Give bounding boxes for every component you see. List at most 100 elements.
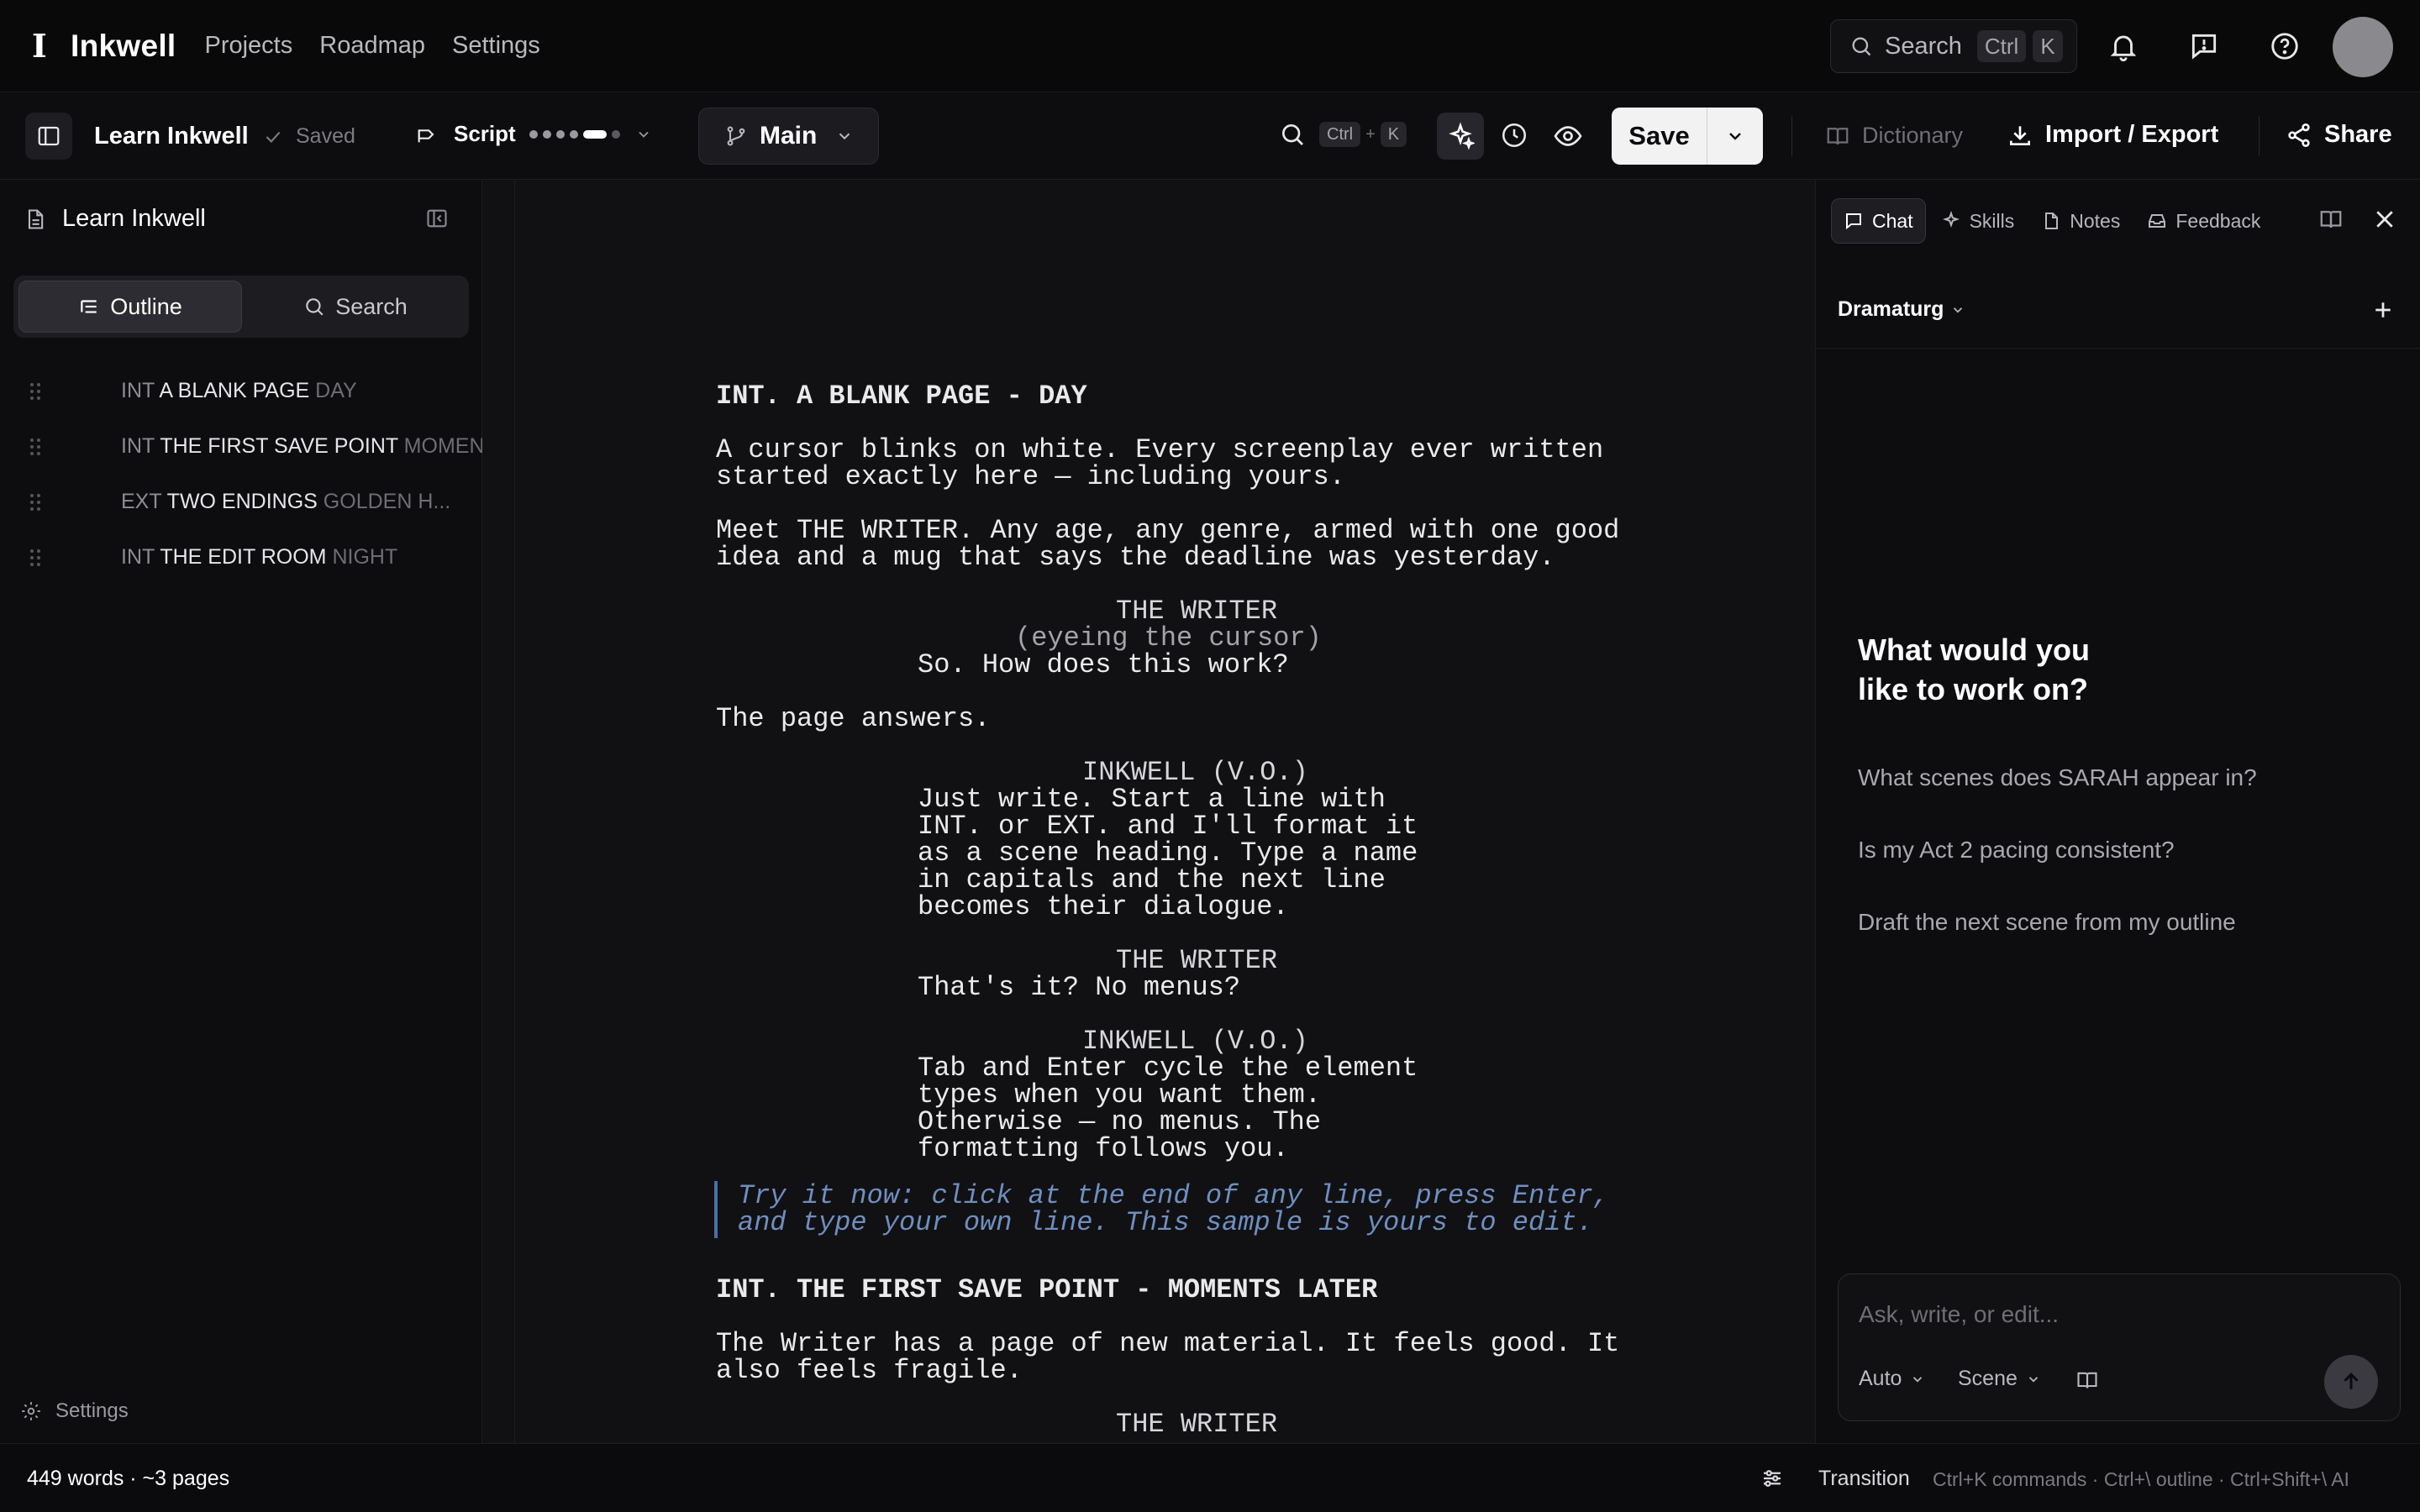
element-type[interactable]: Transition <box>1818 1467 1910 1491</box>
tab-feedback[interactable]: Feedback <box>2135 198 2272 244</box>
nav-settings[interactable]: Settings <box>452 32 540 60</box>
help-icon[interactable] <box>2269 30 2301 62</box>
script-page[interactable]: INT. A BLANK PAGE - DAY A cursor blinks … <box>482 180 1815 1443</box>
share-button[interactable]: Share <box>2286 121 2392 149</box>
outline-item[interactable]: INT THE EDIT ROOM NIGHT <box>0 529 482 585</box>
document-title[interactable]: Learn Inkwell <box>94 123 249 150</box>
share-icon <box>2286 122 2312 149</box>
main-nav: Projects Roadmap Settings <box>204 32 539 60</box>
scope-dropdown[interactable]: Scene <box>1958 1367 2041 1391</box>
tab-notes-label: Notes <box>2070 209 2121 232</box>
book-icon <box>1825 123 1850 149</box>
save-options-button[interactable] <box>1707 108 1763 165</box>
save-button[interactable]: Save <box>1612 108 1707 165</box>
script-editor[interactable]: INT. A BLANK PAGE - DAY A cursor blinks … <box>482 180 1815 1443</box>
branch-selector[interactable]: Main <box>698 108 879 165</box>
dialogue-line[interactable]: in capitals and the next line <box>918 867 1386 894</box>
dialogue-line[interactable]: becomes their dialogue. <box>918 894 1289 921</box>
agent-selector[interactable]: Dramaturg <box>1838 297 1965 322</box>
tab-chat[interactable]: Chat <box>1831 198 1926 244</box>
dialogue-line[interactable]: That's it? No menus? <box>918 974 1240 1001</box>
editor-toolbar: Learn Inkwell Saved Script Main Ctrl + K… <box>0 92 2420 180</box>
tab-search[interactable]: Search <box>245 281 466 333</box>
sparkle-icon <box>1941 211 1961 231</box>
share-label: Share <box>2324 121 2392 148</box>
close-icon[interactable] <box>2372 207 2397 232</box>
action-line[interactable]: A cursor blinks on white. Every screenpl… <box>716 437 1603 464</box>
bell-icon[interactable] <box>2107 30 2139 62</box>
sidebar-toggle-button[interactable] <box>25 113 72 160</box>
shortcut-kbd-k: K <box>1380 122 1407 147</box>
action-line[interactable]: idea and a mug that says the deadline wa… <box>716 544 1555 571</box>
nav-roadmap[interactable]: Roadmap <box>319 32 425 60</box>
assistant-panel: Chat Skills Notes Feedback Dramaturg Wha… <box>1815 180 2420 1443</box>
dialogue-line[interactable]: as a scene heading. Type a name <box>918 840 1418 867</box>
chat-composer[interactable]: Ask, write, or edit... Auto Scene <box>1838 1273 2401 1421</box>
shortcut-plus: + <box>1365 124 1376 144</box>
book-icon[interactable] <box>2075 1368 2099 1392</box>
scene-heading[interactable]: INT. THE FIRST SAVE POINT - MOMENTS LATE… <box>716 1277 1377 1304</box>
sidebar-settings[interactable]: Settings <box>20 1399 129 1423</box>
dialogue-line[interactable]: Tab and Enter cycle the element <box>918 1055 1418 1082</box>
feedback-icon[interactable] <box>2188 30 2220 62</box>
send-button[interactable] <box>2324 1355 2378 1409</box>
tab-feedback-label: Feedback <box>2175 209 2261 232</box>
plus-icon[interactable] <box>2370 297 2396 323</box>
action-line[interactable]: started exactly here — including yours. <box>716 464 1345 491</box>
character-cue[interactable]: INKWELL (V.O.) <box>1082 1028 1308 1055</box>
character-cue[interactable]: THE WRITER <box>1116 948 1277 974</box>
ai-assist-button[interactable] <box>1437 113 1484 160</box>
scene-time: MOMENTS <box>403 433 482 458</box>
dialogue-line[interactable]: INT. or EXT. and I'll format it <box>918 813 1418 840</box>
outline-item[interactable]: EXT TWO ENDINGS GOLDEN H... <box>0 474 482 529</box>
outline-item[interactable]: INT THE FIRST SAVE POINT MOMENTS <box>0 418 482 474</box>
action-line[interactable]: The Writer has a page of new material. I… <box>716 1331 1619 1357</box>
dialogue-line[interactable]: types when you want them. <box>918 1082 1321 1109</box>
character-cue[interactable]: THE WRITER <box>1116 598 1277 625</box>
dictionary-button[interactable]: Dictionary <box>1825 123 1963 149</box>
user-avatar[interactable] <box>2333 17 2393 77</box>
suggestion-item[interactable]: Is my Act 2 pacing consistent? <box>1858 837 2175 864</box>
suggestion-item[interactable]: What scenes does SARAH appear in? <box>1858 764 2257 791</box>
sliders-icon[interactable] <box>1760 1466 1785 1491</box>
collapse-sidebar-icon[interactable] <box>425 207 449 230</box>
tab-outline[interactable]: Outline <box>18 281 242 333</box>
dialogue-line[interactable]: Otherwise — no menus. The <box>918 1109 1321 1136</box>
tip-note[interactable]: Try it now: click at the end of any line… <box>738 1183 1609 1210</box>
command-search-button[interactable]: Ctrl + K <box>1279 121 1407 148</box>
scene-time: GOLDEN H... <box>323 489 451 513</box>
character-cue[interactable]: INKWELL (V.O.) <box>1082 759 1308 786</box>
toolbar-divider <box>2259 116 2260 156</box>
mode-selector[interactable]: Script <box>415 121 652 147</box>
dialogue-line[interactable]: Just write. Start a line with <box>918 786 1386 813</box>
global-search[interactable]: Search Ctrl K <box>1830 19 2077 73</box>
book-open-icon[interactable] <box>2318 207 2344 232</box>
brand[interactable]: I Inkwell <box>32 27 176 65</box>
tab-notes[interactable]: Notes <box>2029 198 2132 244</box>
outline-item[interactable]: INT A BLANK PAGE DAY <box>0 363 482 418</box>
search-icon <box>1279 121 1306 148</box>
parenthetical[interactable]: (eyeing the cursor) <box>1015 625 1322 652</box>
scene-prefix: INT <box>121 544 155 569</box>
check-icon <box>262 126 284 148</box>
action-line[interactable]: The page answers. <box>716 706 990 732</box>
action-line[interactable]: Meet THE WRITER. Any age, any genre, arm… <box>716 517 1619 544</box>
dialogue-line[interactable]: formatting follows you. <box>918 1136 1289 1163</box>
scene-heading[interactable]: INT. A BLANK PAGE - DAY <box>716 383 1087 410</box>
history-button[interactable] <box>1500 121 1528 150</box>
drag-handle-icon[interactable] <box>29 492 42 512</box>
mode-dropdown[interactable]: Auto <box>1859 1367 1925 1391</box>
tab-skills[interactable]: Skills <box>1929 198 2027 244</box>
preview-button[interactable] <box>1553 121 1583 151</box>
nav-projects[interactable]: Projects <box>204 32 292 60</box>
dialogue-line[interactable]: So. How does this work? <box>918 652 1289 679</box>
drag-handle-icon[interactable] <box>29 437 42 457</box>
drag-handle-icon[interactable] <box>29 381 42 402</box>
action-line[interactable]: also feels fragile. <box>716 1357 1023 1384</box>
suggestion-item[interactable]: Draft the next scene from my outline <box>1858 909 2236 936</box>
composer-input[interactable]: Ask, write, or edit... <box>1859 1301 2059 1328</box>
drag-handle-icon[interactable] <box>29 548 42 568</box>
character-cue[interactable]: THE WRITER <box>1116 1411 1277 1438</box>
import-export-button[interactable]: Import / Export <box>2007 121 2218 149</box>
tip-note[interactable]: and type your own line. This sample is y… <box>738 1210 1593 1236</box>
